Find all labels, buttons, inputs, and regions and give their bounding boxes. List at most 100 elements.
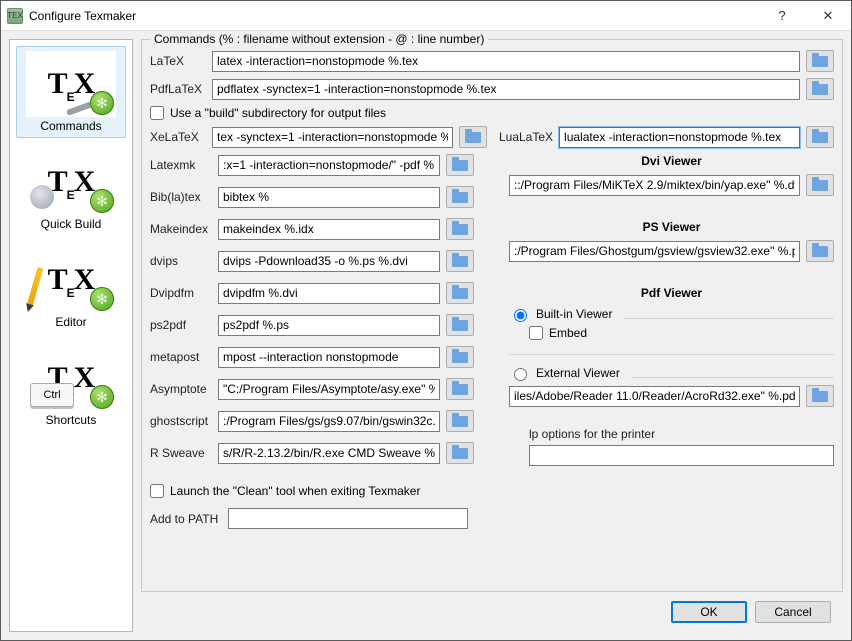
folder-icon xyxy=(812,84,828,95)
ok-button[interactable]: OK xyxy=(671,601,747,623)
dvipdfm-label: Dvipdfm xyxy=(150,286,212,300)
folder-icon xyxy=(452,352,468,363)
asymptote-browse-button[interactable] xyxy=(446,378,474,400)
folder-icon xyxy=(452,224,468,235)
sidebar-item-label: Shortcuts xyxy=(46,413,97,427)
ps2pdf-input[interactable] xyxy=(218,315,440,336)
latex-browse-button[interactable] xyxy=(806,50,834,72)
latexmk-input[interactable] xyxy=(218,155,440,176)
builtin-viewer-label: Built-in Viewer xyxy=(536,307,612,321)
folder-icon xyxy=(452,320,468,331)
ps2pdf-label: ps2pdf xyxy=(150,318,212,332)
app-icon: TEX xyxy=(7,8,23,24)
ghostscript-input[interactable] xyxy=(218,411,440,432)
dvipdfm-input[interactable] xyxy=(218,283,440,304)
bibtex-browse-button[interactable] xyxy=(446,186,474,208)
editor-icon: TEX xyxy=(26,247,116,313)
dvi-viewer-browse-button[interactable] xyxy=(806,174,834,196)
use-build-dir-label: Use a "build" subdirectory for output fi… xyxy=(170,106,386,120)
pdflatex-browse-button[interactable] xyxy=(806,78,834,100)
builtin-viewer-radio[interactable] xyxy=(514,309,527,322)
cancel-button[interactable]: Cancel xyxy=(755,601,831,623)
external-viewer-radio[interactable] xyxy=(514,368,527,381)
folder-icon xyxy=(465,132,481,143)
group-legend: Commands (% : filename without extension… xyxy=(150,32,488,46)
ghostscript-browse-button[interactable] xyxy=(446,410,474,432)
metapost-browse-button[interactable] xyxy=(446,346,474,368)
ps-viewer-browse-button[interactable] xyxy=(806,240,834,262)
add-to-path-input[interactable] xyxy=(228,508,468,529)
folder-icon xyxy=(452,192,468,203)
external-viewer-browse-button[interactable] xyxy=(806,385,834,407)
folder-icon xyxy=(452,384,468,395)
sidebar: TEX Commands TEX Quick Build TEX Editor xyxy=(9,39,133,632)
shortcuts-icon: TEX Ctrl xyxy=(26,345,116,411)
launch-clean-label: Launch the "Clean" tool when exiting Tex… xyxy=(170,484,420,498)
dvi-viewer-header: Dvi Viewer xyxy=(509,154,834,168)
lp-options-input[interactable] xyxy=(529,445,834,466)
asymptote-label: Asymptote xyxy=(150,382,212,396)
dvips-label: dvips xyxy=(150,254,212,268)
folder-icon xyxy=(812,56,828,67)
titlebar: TEX Configure Texmaker ? ✕ xyxy=(1,1,851,31)
lualatex-label: LuaLaTeX xyxy=(499,130,553,144)
folder-icon xyxy=(812,391,828,402)
add-to-path-label: Add to PATH xyxy=(150,512,222,526)
asymptote-input[interactable] xyxy=(218,379,440,400)
folder-icon xyxy=(452,416,468,427)
quickbuild-icon: TEX xyxy=(26,149,116,215)
latex-input[interactable] xyxy=(212,51,800,72)
rsweave-input[interactable] xyxy=(218,443,440,464)
window-title: Configure Texmaker xyxy=(29,9,136,23)
dvips-browse-button[interactable] xyxy=(446,250,474,272)
config-dialog: TEX Configure Texmaker ? ✕ TEX Commands … xyxy=(0,0,852,641)
use-build-dir-checkbox[interactable] xyxy=(150,106,164,120)
dvips-input[interactable] xyxy=(218,251,440,272)
embed-checkbox[interactable] xyxy=(529,326,543,340)
embed-label: Embed xyxy=(549,326,587,340)
sidebar-item-commands[interactable]: TEX Commands xyxy=(16,46,126,138)
metapost-input[interactable] xyxy=(218,347,440,368)
pdflatex-label: PdfLaTeX xyxy=(150,82,206,96)
launch-clean-checkbox[interactable] xyxy=(150,484,164,498)
help-button[interactable]: ? xyxy=(759,1,805,31)
folder-icon xyxy=(452,288,468,299)
pdflatex-input[interactable] xyxy=(212,79,800,100)
sidebar-item-label: Editor xyxy=(55,315,86,329)
lualatex-input[interactable] xyxy=(559,127,800,148)
dvipdfm-browse-button[interactable] xyxy=(446,282,474,304)
metapost-label: metapost xyxy=(150,350,212,364)
makeindex-input[interactable] xyxy=(218,219,440,240)
makeindex-label: Makeindex xyxy=(150,222,212,236)
sidebar-item-editor[interactable]: TEX Editor xyxy=(16,242,126,334)
commands-icon: TEX xyxy=(26,51,116,117)
sidebar-item-quickbuild[interactable]: TEX Quick Build xyxy=(16,144,126,236)
ps-viewer-input[interactable] xyxy=(509,241,800,262)
bibtex-label: Bib(la)tex xyxy=(150,190,212,204)
folder-icon xyxy=(452,160,468,171)
latexmk-label: Latexmk xyxy=(150,158,212,172)
ps2pdf-browse-button[interactable] xyxy=(446,314,474,336)
lualatex-browse-button[interactable] xyxy=(806,126,834,148)
latex-label: LaTeX xyxy=(150,54,206,68)
xelatex-input[interactable] xyxy=(212,127,453,148)
external-viewer-input[interactable] xyxy=(509,386,800,407)
xelatex-browse-button[interactable] xyxy=(459,126,487,148)
sidebar-item-label: Commands xyxy=(40,119,101,133)
ps-viewer-header: PS Viewer xyxy=(509,220,834,234)
close-button[interactable]: ✕ xyxy=(805,1,851,31)
latexmk-browse-button[interactable] xyxy=(446,154,474,176)
folder-icon xyxy=(812,246,828,257)
rsweave-browse-button[interactable] xyxy=(446,442,474,464)
rsweave-label: R Sweave xyxy=(150,446,212,460)
sidebar-item-shortcuts[interactable]: TEX Ctrl Shortcuts xyxy=(16,340,126,432)
folder-icon xyxy=(452,256,468,267)
dvi-viewer-input[interactable] xyxy=(509,175,800,196)
dialog-footer: OK Cancel xyxy=(141,592,843,632)
external-viewer-label: External Viewer xyxy=(536,366,620,380)
bibtex-input[interactable] xyxy=(218,187,440,208)
commands-group: Commands (% : filename without extension… xyxy=(141,39,843,592)
ghostscript-label: ghostscript xyxy=(150,414,212,428)
makeindex-browse-button[interactable] xyxy=(446,218,474,240)
xelatex-label: XeLaTeX xyxy=(150,130,206,144)
